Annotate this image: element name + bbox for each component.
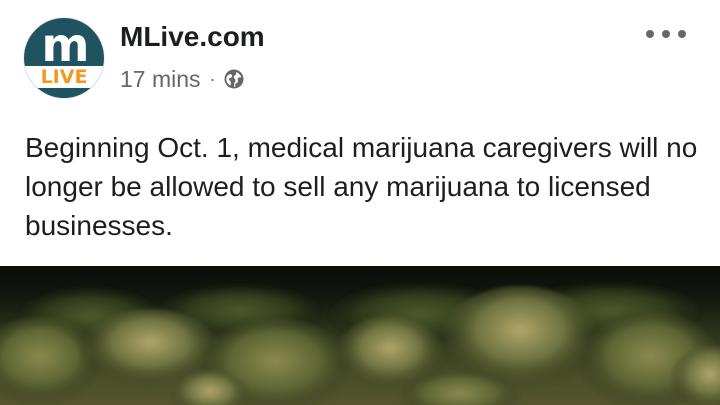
more-dot (678, 30, 686, 38)
facebook-post: m LIVE MLive.com 17 mins · Beginning Oct… (0, 0, 720, 405)
meta-separator: · (209, 68, 216, 89)
photo-marijuana-buds (0, 283, 720, 405)
globe-icon[interactable] (223, 68, 245, 90)
post-meta: 17 mins · (120, 64, 245, 94)
more-options-icon[interactable] (646, 22, 686, 46)
post-message: Beginning Oct. 1, medical marijuana care… (25, 132, 698, 241)
post-photo[interactable] (0, 266, 720, 405)
post-timestamp[interactable]: 17 mins (120, 66, 201, 93)
post-header: m LIVE MLive.com 17 mins · (0, 0, 720, 110)
page-name-link[interactable]: MLive.com (120, 20, 265, 54)
more-dot (646, 30, 654, 38)
more-dot (662, 30, 670, 38)
page-avatar[interactable]: m LIVE (24, 18, 104, 98)
avatar-logo-band-text: LIVE (40, 66, 88, 88)
avatar-logo-letter: m (41, 18, 90, 72)
